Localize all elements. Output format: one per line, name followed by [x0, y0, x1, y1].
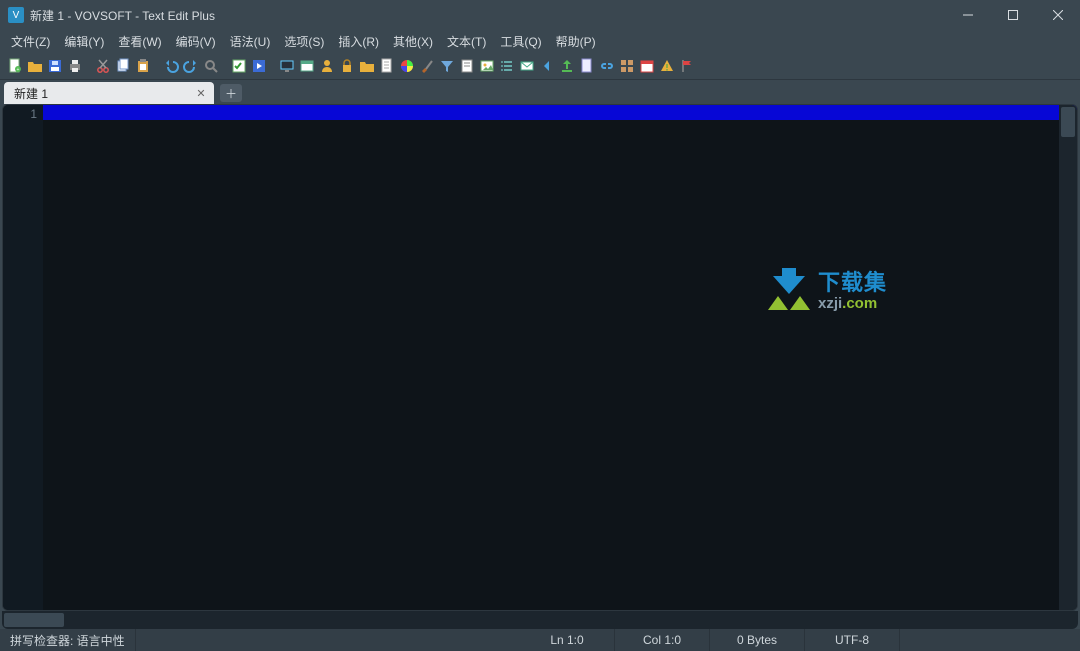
tab-label: 新建 1 — [14, 85, 194, 102]
new-file-icon[interactable]: + — [6, 57, 24, 75]
doc-icon[interactable] — [458, 57, 476, 75]
menu-options[interactable]: 选项(S) — [277, 31, 331, 52]
status-blank — [900, 629, 1080, 651]
cut-icon[interactable] — [94, 57, 112, 75]
plus-icon: ＋ — [225, 85, 237, 102]
save-icon[interactable] — [46, 57, 64, 75]
line-gutter: 1 — [3, 105, 43, 610]
tab-close-icon[interactable]: ✕ — [194, 86, 208, 100]
title-bar: V 新建 1 - VOVSOFT - Text Edit Plus — [0, 0, 1080, 30]
app-icon: V — [8, 7, 24, 23]
paste-icon[interactable] — [134, 57, 152, 75]
status-bar: 拼写检查器: 语言中性 Ln 1:0 Col 1:0 0 Bytes UTF-8 — [0, 629, 1080, 651]
copy-icon[interactable] — [114, 57, 132, 75]
scroll-thumb[interactable] — [4, 613, 64, 627]
menu-text[interactable]: 文本(T) — [440, 31, 493, 52]
user-icon[interactable] — [318, 57, 336, 75]
menu-encoding[interactable]: 编码(V) — [169, 31, 223, 52]
status-spellcheck[interactable]: 拼写检查器: 语言中性 — [0, 629, 136, 651]
mail-icon[interactable] — [518, 57, 536, 75]
monitor-icon[interactable] — [278, 57, 296, 75]
line-number: 1 — [3, 107, 37, 121]
scroll-thumb[interactable] — [1061, 107, 1075, 137]
watermark-text: 下载集 xzji.com — [818, 265, 887, 312]
print-icon[interactable] — [66, 57, 84, 75]
link-icon[interactable] — [598, 57, 616, 75]
menu-syntax[interactable]: 语法(U) — [223, 31, 278, 52]
calendar-icon[interactable] — [638, 57, 656, 75]
lock-icon[interactable] — [338, 57, 356, 75]
open-folder-icon[interactable] — [26, 57, 44, 75]
color-wheel-icon[interactable] — [398, 57, 416, 75]
new-tab-button[interactable]: ＋ — [220, 84, 242, 102]
tab-bar: 新建 1 ✕ ＋ — [0, 80, 1080, 104]
current-line-highlight — [43, 105, 1077, 120]
menu-edit[interactable]: 编辑(Y) — [57, 31, 111, 52]
page-icon[interactable] — [378, 57, 396, 75]
funnel-icon[interactable] — [438, 57, 456, 75]
menu-bar: 文件(Z) 编辑(Y) 查看(W) 编码(V) 语法(U) 选项(S) 插入(R… — [0, 30, 1080, 52]
tab-active[interactable]: 新建 1 ✕ — [4, 82, 214, 104]
text-editor[interactable]: 下载集 xzji.com — [43, 105, 1077, 610]
search-icon[interactable] — [202, 57, 220, 75]
maximize-button[interactable] — [990, 0, 1035, 30]
minimize-button[interactable] — [945, 0, 990, 30]
status-line[interactable]: Ln 1:0 — [520, 629, 615, 651]
menu-view[interactable]: 查看(W) — [111, 31, 168, 52]
watermark-logo-icon — [768, 268, 810, 310]
watermark: 下载集 xzji.com — [768, 265, 887, 312]
menu-other[interactable]: 其他(X) — [386, 31, 440, 52]
menu-tools[interactable]: 工具(Q) — [493, 31, 548, 52]
run-icon[interactable] — [250, 57, 268, 75]
toolbar: + — [0, 52, 1080, 80]
brush-icon[interactable] — [418, 57, 436, 75]
menu-insert[interactable]: 插入(R) — [331, 31, 386, 52]
page2-icon[interactable] — [578, 57, 596, 75]
flag-icon[interactable] — [678, 57, 696, 75]
menu-file[interactable]: 文件(Z) — [4, 31, 57, 52]
redo-icon[interactable] — [182, 57, 200, 75]
folder-yellow-icon[interactable] — [358, 57, 376, 75]
svg-text:+: + — [17, 67, 20, 73]
undo-icon[interactable] — [162, 57, 180, 75]
horizontal-scrollbar[interactable] — [2, 611, 1078, 629]
window-title: 新建 1 - VOVSOFT - Text Edit Plus — [30, 7, 945, 24]
menu-help[interactable]: 帮助(P) — [549, 31, 603, 52]
close-button[interactable] — [1035, 0, 1080, 30]
status-bytes[interactable]: 0 Bytes — [710, 629, 805, 651]
window-icon[interactable] — [298, 57, 316, 75]
checklist-icon[interactable] — [230, 57, 248, 75]
vertical-scrollbar[interactable] — [1059, 105, 1077, 610]
image-icon[interactable] — [478, 57, 496, 75]
grid-icon[interactable] — [618, 57, 636, 75]
upload-icon[interactable] — [558, 57, 576, 75]
warning-icon[interactable] — [658, 57, 676, 75]
editor-area: 1 下载集 xzji.com — [2, 104, 1078, 611]
arrow-left-icon[interactable] — [538, 57, 556, 75]
status-col[interactable]: Col 1:0 — [615, 629, 710, 651]
status-encoding[interactable]: UTF-8 — [805, 629, 900, 651]
list-icon[interactable] — [498, 57, 516, 75]
